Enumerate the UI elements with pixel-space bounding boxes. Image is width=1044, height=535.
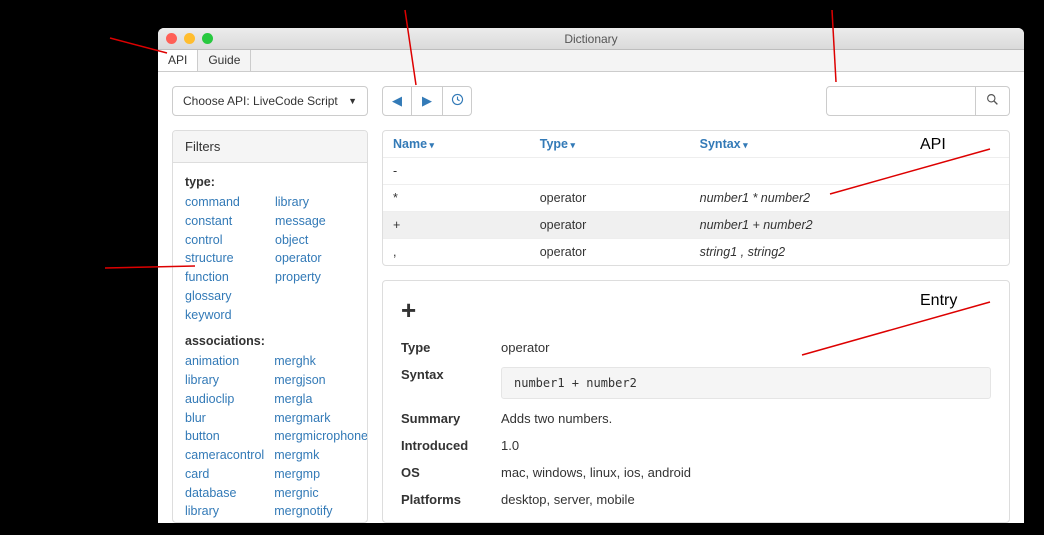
entry-detail: + Type operator Syntax number1 + number2…	[382, 280, 1010, 523]
filter-type-function[interactable]: function	[185, 268, 265, 287]
forward-button[interactable]: ▶	[412, 86, 442, 116]
filter-assoc-merghk[interactable]: merghk	[274, 352, 367, 371]
back-button[interactable]: ◀	[382, 86, 412, 116]
cell-type: operator	[530, 239, 690, 266]
filter-assoc-field[interactable]: field	[185, 521, 264, 522]
titlebar: Dictionary	[158, 28, 1024, 50]
window-title: Dictionary	[158, 32, 1024, 46]
filter-assoc-mergmicrophone[interactable]: mergmicrophone	[274, 427, 367, 446]
filter-type-object[interactable]: object	[275, 231, 355, 250]
filter-type-operator[interactable]: operator	[275, 249, 355, 268]
filter-assoc-button[interactable]: button	[185, 427, 264, 446]
tab-guide[interactable]: Guide	[198, 50, 251, 71]
search-group	[826, 86, 1010, 116]
dictionary-window: Dictionary API Guide Choose API: LiveCod…	[158, 28, 1024, 523]
filter-assoc-mergnotify[interactable]: mergnotify	[274, 502, 367, 521]
table-row[interactable]: -	[383, 158, 1009, 185]
search-input[interactable]	[826, 86, 976, 116]
cell-syntax	[690, 158, 1009, 185]
content: Choose API: LiveCode Script ▼ Filters ty…	[158, 72, 1024, 523]
tabbar: API Guide	[158, 50, 1024, 72]
tab-api[interactable]: API	[158, 50, 198, 71]
filter-assoc-mergmk[interactable]: mergmk	[274, 446, 367, 465]
cell-syntax: number1 + number2	[690, 212, 1009, 239]
caret-down-icon: ▼	[348, 96, 357, 106]
cell-syntax: number1 * number2	[690, 185, 1009, 212]
filter-assoc-mergnic[interactable]: mergnic	[274, 484, 367, 503]
filter-assoc-database-library[interactable]: database library	[185, 484, 264, 522]
table-row[interactable]: *operatornumber1 * number2	[383, 185, 1009, 212]
introduced-label: Introduced	[401, 438, 501, 453]
filter-assoc-mergpop[interactable]: mergpop	[274, 521, 367, 522]
type-heading: type:	[185, 175, 355, 189]
platforms-label: Platforms	[401, 492, 501, 507]
type-value: operator	[501, 340, 991, 355]
summary-label: Summary	[401, 411, 501, 426]
top-row: ◀ ▶	[382, 86, 1010, 116]
sidebar: Choose API: LiveCode Script ▼ Filters ty…	[172, 86, 368, 523]
cell-syntax: string1 , string2	[690, 239, 1009, 266]
filter-type-library[interactable]: library	[275, 193, 355, 212]
filter-type-glossary[interactable]: glossary	[185, 287, 265, 306]
cell-type: operator	[530, 212, 690, 239]
filter-assoc-mergmp[interactable]: mergmp	[274, 465, 367, 484]
platforms-value: desktop, server, mobile	[501, 492, 991, 507]
filters-header: Filters	[173, 131, 367, 163]
type-label: Type	[401, 340, 501, 355]
filter-assoc-audioclip[interactable]: audioclip	[185, 390, 264, 409]
api-chooser-label: Choose API: LiveCode Script	[183, 94, 338, 108]
assoc-heading: associations:	[185, 334, 355, 348]
table-row[interactable]: +operatornumber1 + number2	[383, 212, 1009, 239]
filter-assoc-mergla[interactable]: mergla	[274, 390, 367, 409]
table-row[interactable]: ,operatorstring1 , string2	[383, 239, 1009, 266]
main: ◀ ▶ Name ▾ Type ▾	[382, 86, 1010, 523]
filter-type-message[interactable]: message	[275, 212, 355, 231]
filter-type-command[interactable]: command	[185, 193, 265, 212]
os-value: mac, windows, linux, ios, android	[501, 465, 991, 480]
filter-type-control-structure[interactable]: control structure	[185, 231, 265, 269]
filter-assoc-card[interactable]: card	[185, 465, 264, 484]
syntax-label: Syntax	[401, 367, 501, 382]
cell-name: ,	[383, 239, 530, 266]
filters-body: type: commandconstantcontrol structurefu…	[173, 163, 367, 522]
search-icon	[986, 93, 999, 106]
cell-type	[530, 158, 690, 185]
syntax-value: number1 + number2	[501, 367, 991, 399]
clock-icon	[451, 93, 464, 106]
filters-panel: Filters type: commandconstantcontrol str…	[172, 130, 368, 523]
col-name[interactable]: Name ▾	[383, 131, 530, 158]
filter-type-constant[interactable]: constant	[185, 212, 265, 231]
nav-buttons: ◀ ▶	[382, 86, 472, 116]
os-label: OS	[401, 465, 501, 480]
introduced-value: 1.0	[501, 438, 991, 453]
filter-assoc-blur[interactable]: blur	[185, 409, 264, 428]
cell-name: +	[383, 212, 530, 239]
filter-assoc-animation-library[interactable]: animation library	[185, 352, 264, 390]
filter-assoc-mergmark[interactable]: mergmark	[274, 409, 367, 428]
filter-type-keyword[interactable]: keyword	[185, 306, 265, 325]
filter-type-property[interactable]: property	[275, 268, 355, 287]
filter-assoc-cameracontrol[interactable]: cameracontrol	[185, 446, 264, 465]
cell-name: -	[383, 158, 530, 185]
cell-name: *	[383, 185, 530, 212]
history-button[interactable]	[442, 86, 472, 116]
entry-title: +	[401, 295, 991, 326]
summary-value: Adds two numbers.	[501, 411, 991, 426]
entry-list: Name ▾ Type ▾ Syntax ▾ -*operatornumber1…	[382, 130, 1010, 266]
filter-assoc-mergjson[interactable]: mergjson	[274, 371, 367, 390]
api-chooser[interactable]: Choose API: LiveCode Script ▼	[172, 86, 368, 116]
col-syntax[interactable]: Syntax ▾	[690, 131, 1009, 158]
search-button[interactable]	[976, 86, 1010, 116]
cell-type: operator	[530, 185, 690, 212]
col-type[interactable]: Type ▾	[530, 131, 690, 158]
